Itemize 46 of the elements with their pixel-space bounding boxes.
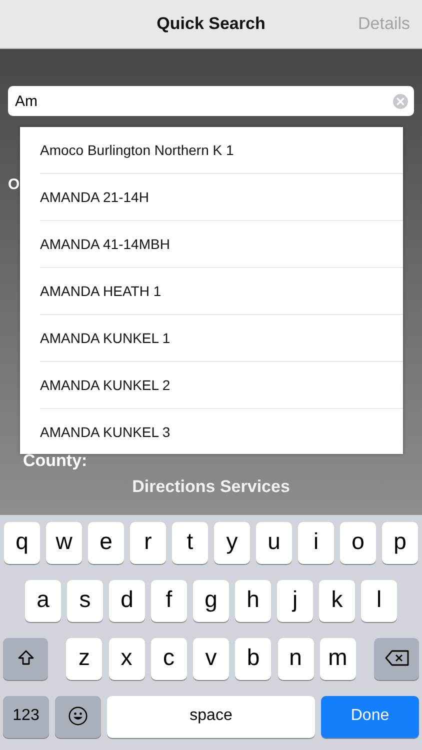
suggestion-item[interactable]: AMANDA 41-14MBH — [40, 236, 170, 252]
space-bar[interactable]: space — [107, 696, 315, 738]
delete-icon — [384, 648, 410, 666]
shift-icon — [16, 648, 36, 668]
key[interactable]: c — [150, 638, 187, 680]
suggestion-item[interactable]: AMANDA HEATH 1 — [40, 283, 162, 299]
key[interactable]: a — [25, 580, 61, 622]
emoji-key[interactable] — [55, 696, 101, 738]
key[interactable]: r — [130, 522, 166, 564]
suggestion-item[interactable]: AMANDA KUNKEL 1 — [40, 330, 170, 346]
key[interactable]: l — [361, 580, 397, 622]
form-label: County: — [23, 451, 88, 471]
key[interactable]: h — [235, 580, 271, 622]
key[interactable]: q — [4, 522, 40, 564]
key[interactable]: y — [214, 522, 250, 564]
key[interactable]: i — [298, 522, 334, 564]
key[interactable]: v — [193, 638, 229, 680]
key[interactable]: d — [109, 580, 145, 622]
suggestion-item[interactable]: AMANDA 21-14H — [40, 189, 149, 205]
key[interactable]: m — [320, 638, 356, 680]
key[interactable]: g — [193, 580, 229, 622]
key[interactable]: z — [66, 638, 102, 680]
key[interactable]: o — [340, 522, 376, 564]
key[interactable]: u — [256, 522, 292, 564]
key[interactable]: k — [319, 580, 355, 622]
key[interactable]: b — [235, 638, 272, 680]
key[interactable]: w — [46, 522, 82, 564]
search-field[interactable]: Am — [8, 86, 414, 116]
screen-title: Quick Search — [156, 14, 266, 34]
key[interactable]: s — [67, 580, 103, 622]
key[interactable]: e — [88, 522, 124, 564]
done-button[interactable]: Done — [321, 696, 419, 738]
key[interactable]: n — [278, 638, 314, 680]
shift-key[interactable] — [3, 638, 48, 680]
numbers-key[interactable]: 123 — [3, 696, 49, 738]
key[interactable]: p — [382, 522, 418, 564]
delete-key[interactable] — [374, 638, 419, 680]
key[interactable]: x — [108, 638, 144, 680]
smiley-icon — [68, 706, 88, 726]
key[interactable]: j — [277, 580, 313, 622]
suggestion-item[interactable]: AMANDA KUNKEL 2 — [40, 377, 170, 393]
key[interactable]: f — [151, 580, 187, 622]
key[interactable]: t — [172, 522, 208, 564]
form-label: O — [8, 176, 20, 193]
suggestion-item[interactable]: Amoco Burlington Northern K 1 — [40, 142, 234, 158]
suggestion-item[interactable]: AMANDA KUNKEL 3 — [40, 424, 170, 440]
